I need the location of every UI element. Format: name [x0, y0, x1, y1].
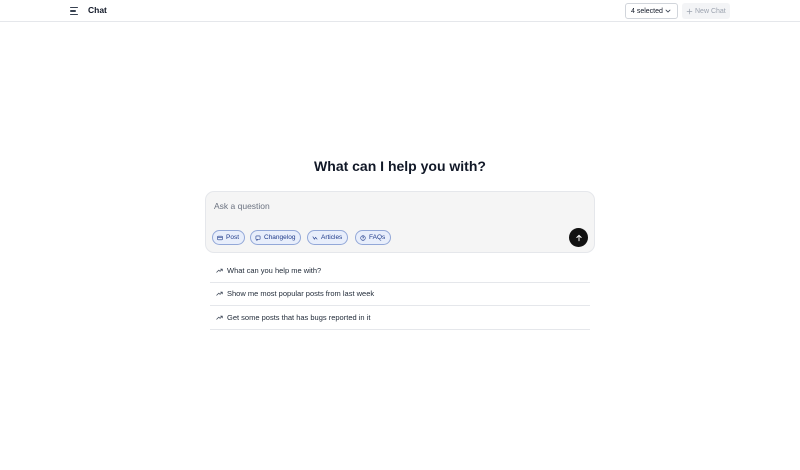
chip-articles-label: Articles	[321, 234, 343, 241]
source-selector-dropdown[interactable]: 4 selected	[625, 3, 678, 19]
plus-icon	[686, 8, 693, 14]
suggestion-text: What can you help me with?	[227, 265, 322, 275]
send-button[interactable]	[569, 228, 588, 247]
chip-changelog[interactable]: Changelog	[250, 230, 302, 245]
chip-faqs-label: FAQs	[369, 234, 386, 241]
top-bar: Chat 4 selected New Chat	[0, 0, 800, 22]
articles-icon	[312, 236, 318, 240]
new-chat-button[interactable]: New Chat	[682, 3, 730, 19]
chip-faqs[interactable]: FAQs	[355, 230, 392, 245]
chip-articles[interactable]: Articles	[307, 230, 349, 245]
new-chat-label: New Chat	[695, 7, 726, 15]
faq-icon	[360, 234, 366, 241]
chip-post[interactable]: Post	[212, 230, 246, 245]
question-input[interactable]	[214, 199, 554, 213]
arrow-up-icon	[575, 234, 582, 241]
post-icon	[217, 235, 223, 240]
suggestion-text: Show me most popular posts from last wee…	[227, 289, 375, 299]
changelog-icon	[255, 235, 261, 241]
chip-post-label: Post	[226, 234, 240, 241]
selector-label: 4 selected	[631, 7, 663, 15]
suggestion-item[interactable]: Show me most popular posts from last wee…	[210, 283, 590, 306]
trending-up-icon	[216, 268, 223, 273]
suggestion-text: Get some posts that has bugs reported in…	[227, 312, 371, 322]
page-title: Chat	[88, 5, 107, 15]
chevron-down-icon	[665, 9, 671, 13]
suggestion-item[interactable]: Get some posts that has bugs reported in…	[210, 306, 590, 330]
chip-changelog-label: Changelog	[264, 234, 296, 241]
suggestion-list: What can you help me with? Show me most …	[210, 259, 590, 330]
main-heading: What can I help you with?	[314, 158, 486, 174]
chat-composer: Post Changelog Articles FAQs	[205, 191, 595, 253]
sidebar-toggle-icon[interactable]	[68, 4, 82, 18]
suggestion-item[interactable]: What can you help me with?	[210, 259, 590, 283]
trending-up-icon	[216, 292, 223, 296]
trending-up-icon	[216, 315, 223, 320]
